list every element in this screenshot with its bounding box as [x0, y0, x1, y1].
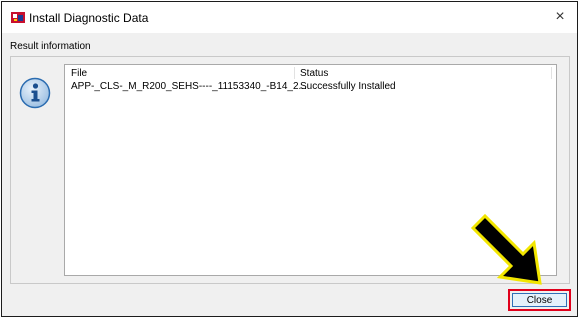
title-bar: Install Diagnostic Data ×	[2, 2, 577, 33]
result-group-label: Result information	[10, 41, 91, 52]
info-icon	[19, 77, 51, 109]
row-status-cell: Successfully Installed	[300, 81, 396, 92]
pointer-arrow	[470, 213, 542, 285]
window-title: Install Diagnostic Data	[29, 11, 149, 25]
column-separator[interactable]	[294, 67, 295, 79]
column-header-status[interactable]: Status	[300, 68, 328, 79]
column-separator[interactable]	[551, 67, 552, 79]
app-icon	[11, 12, 25, 23]
window-close-icon[interactable]: ×	[549, 6, 571, 28]
row-file-cell: APP-_CLS-_M_R200_SEHS----_11153340_-B14_…	[71, 81, 307, 92]
column-header-file[interactable]: File	[71, 68, 87, 79]
